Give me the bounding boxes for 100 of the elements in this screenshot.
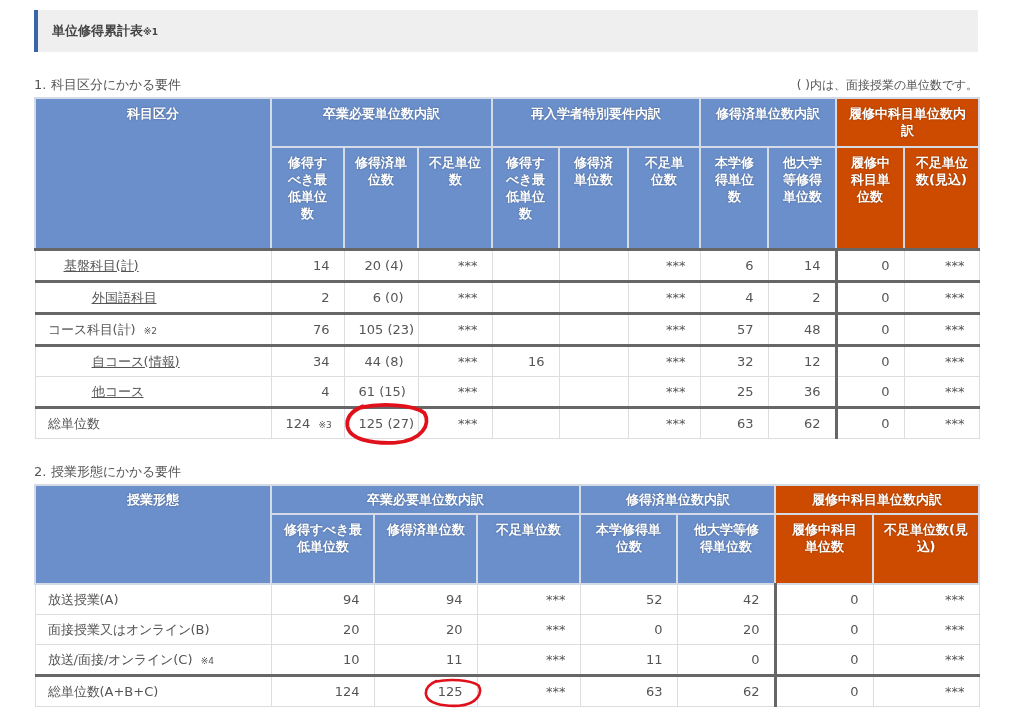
column-header: 修得すべき最低単位数 [492, 147, 559, 250]
table-cell: 11 [445, 652, 463, 667]
section-heading: 1. 科目区分にかかる要件 [34, 76, 181, 94]
group-header: 卒業必要単位数内訳 [271, 98, 492, 147]
group-header: 卒業必要単位数内訳 [271, 485, 580, 514]
table-cell: 20 (4) [364, 258, 404, 273]
table-cell: 36 [804, 384, 821, 399]
footnote-mark: ※3 [318, 420, 332, 430]
table-cell: 0 [881, 354, 890, 369]
table-cell: 125 (27) [358, 416, 415, 431]
table-cell: 0 [881, 416, 890, 431]
table-cell: *** [666, 258, 686, 273]
table-cell: 0 [850, 622, 859, 637]
table-cell: 94 [445, 592, 463, 607]
column-header: 不足単位数 [418, 147, 492, 250]
table-cell: *** [945, 258, 965, 273]
section-heading: 2. 授業形態にかかる要件 [34, 463, 181, 481]
table-cell: 76 [312, 322, 330, 337]
table-cell: 61 (15) [358, 384, 406, 399]
table-cell: 124 [285, 416, 311, 431]
table-cell: 52 [645, 592, 663, 607]
group-header: 履修中科目単位数内訳 [836, 98, 980, 147]
table-cell: 57 [737, 322, 754, 337]
group-header: 修得済単位数内訳 [700, 98, 837, 147]
footnote-mark: ※2 [143, 325, 158, 336]
table-cell: 0 [850, 652, 859, 667]
table-cell: 62 [742, 684, 760, 699]
table-cell: *** [666, 354, 686, 369]
table-cell: 4 [321, 384, 330, 399]
table-cell: 14 [804, 258, 821, 273]
category-link[interactable]: 基盤科目(計) [63, 257, 139, 273]
table-cell: *** [945, 354, 965, 369]
group-header: 修得済単位数内訳 [580, 485, 775, 514]
table-cell: *** [945, 684, 965, 699]
table-cell: 0 [850, 684, 859, 699]
table-cell: 10 [342, 652, 360, 667]
table-cell: *** [458, 384, 478, 399]
column-header: 授業形態 [35, 485, 271, 584]
category-link[interactable]: 他コース [91, 383, 144, 399]
table-cell: 16 [527, 354, 545, 369]
table-cell: 20 [445, 622, 463, 637]
column-header: 修得済単位数 [344, 147, 418, 250]
column-header: 科目区分 [35, 98, 271, 250]
table-cell: *** [546, 622, 566, 637]
table-cell: 0 [881, 258, 890, 273]
table-cell: 25 [737, 384, 754, 399]
table-cell: *** [666, 384, 686, 399]
category-link[interactable]: 外国語科目 [91, 289, 157, 305]
table-cell: 0 [654, 622, 663, 637]
column-header: 本学修得単位数 [700, 147, 769, 250]
column-header: 履修中科目単位数 [775, 514, 873, 584]
table-cell: 62 [804, 416, 821, 431]
table-cell: *** [945, 322, 965, 337]
table-cell: 48 [804, 322, 821, 337]
table-cell: *** [546, 652, 566, 667]
table-cell: 6 (0) [372, 290, 404, 305]
table-cell: 20 [742, 622, 760, 637]
table-cell: 0 [881, 322, 890, 337]
table-cell: *** [945, 592, 965, 607]
table-cell: 11 [645, 652, 663, 667]
table-cell: *** [945, 290, 965, 305]
table-cell: *** [546, 684, 566, 699]
row-label: 放送/面接/オンライン(C) [47, 651, 193, 667]
column-header: 不足単位数 [628, 147, 701, 250]
row-label: 総単位数 [47, 415, 100, 431]
panel-title: 単位修得累計表※1 [52, 22, 158, 40]
column-header: 修得済単位数 [374, 514, 477, 584]
table-cell: 4 [745, 290, 754, 305]
column-header: 不足単位数 [477, 514, 580, 584]
category-link[interactable]: 自コース(情報) [91, 353, 180, 369]
table-cell: 0 [881, 290, 890, 305]
table-cell: 34 [312, 354, 330, 369]
table-cell: 14 [312, 258, 330, 273]
table-remark: ( )内は、面接授業の単位数です。 [796, 77, 978, 94]
column-header: 修得すべき最低単位数 [271, 514, 374, 584]
table-cell: *** [458, 322, 478, 337]
table-cell: *** [666, 416, 686, 431]
table-cell: 44 (8) [364, 354, 404, 369]
table-cell: 0 [850, 592, 859, 607]
group-header: 再入学者特別要件内訳 [492, 98, 701, 147]
table-cell: 42 [742, 592, 760, 607]
column-header: 不足単位数(見込) [904, 147, 980, 250]
footnote-mark: ※4 [200, 655, 214, 666]
column-header: 他大学等修得単位数 [768, 147, 837, 250]
table-cell: *** [458, 354, 478, 369]
table-cell: 94 [342, 592, 360, 607]
table-cell: 63 [737, 416, 754, 431]
table-cell: 32 [737, 354, 754, 369]
table-cell: *** [546, 592, 566, 607]
table-cell: 12 [804, 354, 821, 369]
table-cell: *** [458, 416, 478, 431]
column-header: 他大学等修得単位数 [677, 514, 775, 584]
table-cell: 0 [881, 384, 890, 399]
table-cell: 2 [812, 290, 821, 305]
table-cell: *** [945, 622, 965, 637]
table-cell: 125 [437, 684, 463, 699]
table-cell: *** [458, 290, 478, 305]
table-cell: *** [945, 416, 965, 431]
table-cell: *** [458, 258, 478, 273]
table-cell: *** [945, 652, 965, 667]
